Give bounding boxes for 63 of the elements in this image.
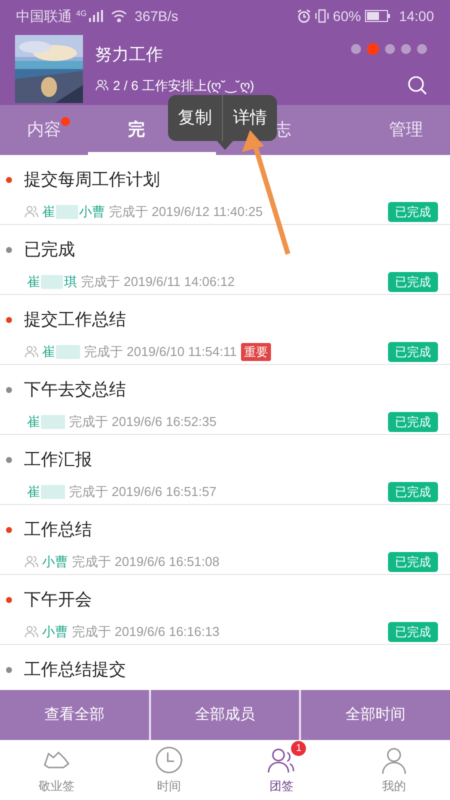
status-tag: 已完成 [388, 342, 438, 362]
nav-tab[interactable]: 敬业签 [0, 740, 112, 800]
important-tag: 重要 [240, 342, 271, 360]
people-icon [24, 344, 39, 359]
search-icon[interactable] [407, 74, 427, 94]
task-title[interactable]: 提交每周工作计划 [24, 167, 160, 192]
completed-time: 完成于 2019/6/6 16:52:35 [69, 412, 216, 431]
net-speed: 367B/s [134, 6, 178, 26]
assignee-name: 小曹 [42, 622, 68, 641]
assignee-name: 小曹 [79, 202, 105, 221]
vibrate-icon [314, 9, 329, 23]
task-title[interactable]: 下午开会 [24, 587, 92, 612]
assignee-name: 崔 [27, 272, 40, 291]
status-tag: 已完成 [388, 202, 438, 222]
group-title: 努力工作 [95, 44, 164, 66]
completed-time: 完成于 2019/6/6 16:51:08 [72, 552, 220, 571]
completed-time: 完成于 2019/6/12 11:40:25 [109, 202, 263, 221]
blurred-name [56, 204, 78, 218]
assignee-name: 崔 [42, 202, 55, 221]
blurred-name [41, 414, 65, 428]
blurred-name [41, 484, 65, 498]
task-title[interactable]: 下午去交总结 [24, 377, 126, 402]
battery-level: 60% [332, 6, 361, 26]
nav-tab[interactable]: 时间 [112, 740, 225, 800]
completed-time: 完成于 2019/6/11 14:06:12 [81, 272, 235, 291]
badge: 1 [291, 741, 306, 756]
clock-time: 14:00 [398, 6, 434, 26]
network-type: 4G [76, 8, 87, 20]
status-tag: 已完成 [388, 272, 438, 292]
signal-icon [88, 10, 103, 22]
task-title[interactable]: 工作汇报 [24, 447, 92, 472]
blurred-name [41, 274, 63, 288]
wifi-icon [110, 10, 127, 22]
filter-button[interactable]: 查看全部 [0, 690, 149, 740]
status-tag: 已完成 [388, 482, 438, 502]
battery-icon [364, 10, 391, 22]
people-icon [24, 624, 39, 639]
assignee-name: 崔 [27, 412, 40, 431]
people-icon [24, 204, 39, 219]
assignee-name: 崔 [27, 482, 40, 501]
nav-tab[interactable]: 我的 [338, 740, 450, 800]
nav-tab[interactable]: 1 团签 [225, 740, 338, 800]
group-subtitle: 2 / 6 工作安排上(ღ˘‿˘ღ) [113, 76, 254, 95]
menu-item[interactable]: 复制 [168, 95, 222, 141]
alarm-icon [296, 9, 311, 23]
assignee-name: 崔 [42, 342, 55, 361]
task-title[interactable]: 工作总结 [24, 517, 92, 542]
carrier: 中国联通 [16, 6, 72, 26]
status-tag: 已完成 [388, 622, 438, 642]
members-icon [95, 78, 109, 92]
assignee-name: 小曹 [42, 552, 68, 571]
task-title[interactable]: 工作总结提交 [24, 657, 126, 682]
assignee-name: 琪 [64, 272, 77, 291]
completed-time: 完成于 2019/6/6 16:51:57 [69, 482, 216, 501]
people-icon [24, 554, 39, 569]
status-tag: 已完成 [388, 412, 438, 432]
task-title[interactable]: 提交工作总结 [24, 307, 126, 332]
status-tag: 已完成 [388, 552, 438, 572]
completed-time: 完成于 2019/6/6 16:16:13 [72, 622, 220, 641]
completed-time: 完成于 2019/6/10 11:54:11 [84, 342, 237, 361]
task-title[interactable]: 已完成 [24, 237, 75, 262]
clock-icon [154, 745, 184, 775]
blurred-name [56, 344, 80, 358]
